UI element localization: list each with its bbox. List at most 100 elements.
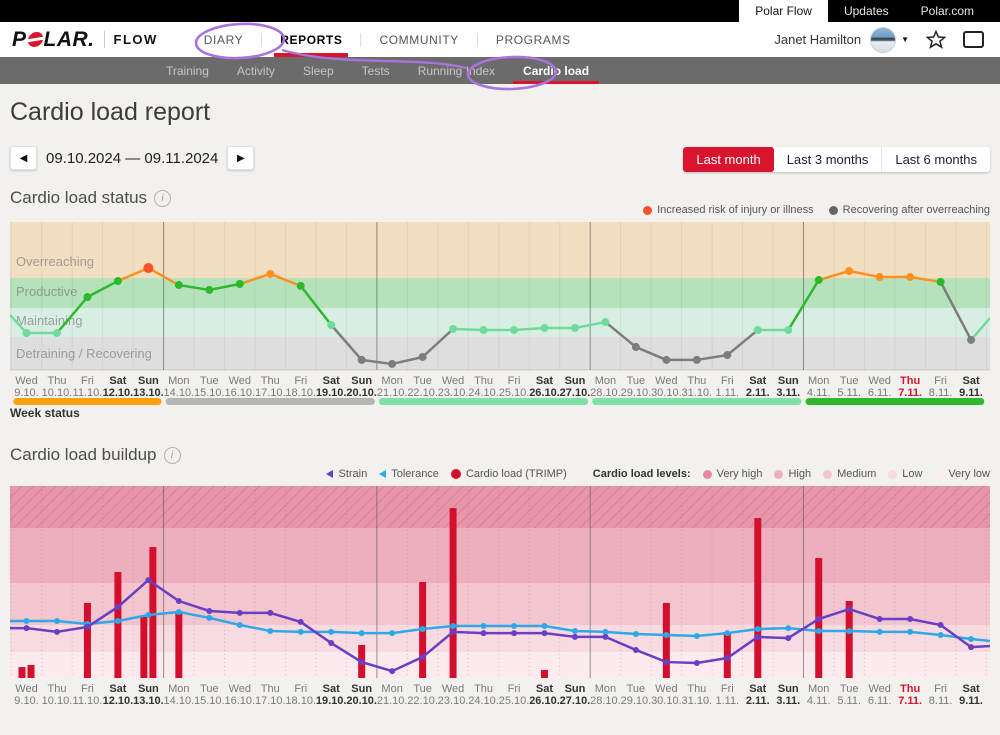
brand: PLAR. FLOW [12, 28, 158, 52]
svg-text:Tue: Tue [840, 375, 859, 387]
legend-label: Strain [338, 468, 367, 480]
legend-dot-icon [829, 206, 838, 215]
subnav-item-sleep[interactable]: Sleep [289, 57, 348, 84]
svg-text:Productive: Productive [16, 284, 77, 299]
svg-text:6.11.: 6.11. [868, 387, 892, 399]
svg-text:Sat: Sat [323, 375, 340, 387]
main-navbar: PLAR. FLOW DIARY REPORTS COMMUNITY PROGRAMS… [0, 22, 1000, 57]
svg-text:1.11.: 1.11. [715, 695, 739, 706]
svg-text:31.10.: 31.10. [682, 695, 713, 706]
menu-separator [477, 33, 478, 47]
svg-text:8.11.: 8.11. [929, 387, 953, 399]
avatar[interactable] [870, 27, 896, 53]
svg-text:10.10.: 10.10. [42, 695, 73, 706]
svg-text:16.10.: 16.10. [224, 387, 255, 399]
svg-text:Mon: Mon [168, 683, 189, 695]
nav-item-reports[interactable]: REPORTS [274, 22, 348, 57]
legend-dot-icon [934, 470, 943, 479]
user-name[interactable]: Janet Hamilton [774, 32, 861, 47]
svg-text:Tue: Tue [627, 375, 646, 387]
svg-text:27.10.: 27.10. [560, 387, 591, 399]
svg-text:31.10.: 31.10. [682, 387, 713, 399]
nav-item-community[interactable]: COMMUNITY [373, 22, 464, 57]
subnav-item-tests[interactable]: Tests [348, 57, 404, 84]
menu-separator [360, 33, 361, 47]
svg-text:1.11.: 1.11. [715, 387, 739, 399]
buildup-heading-text: Cardio load buildup [10, 445, 157, 465]
svg-text:Fri: Fri [508, 683, 521, 695]
svg-text:24.10.: 24.10. [468, 695, 499, 706]
svg-text:Thu: Thu [687, 375, 706, 387]
svg-text:13.10.: 13.10. [133, 695, 164, 706]
topbar-tab-polar-flow[interactable]: Polar Flow [739, 0, 828, 22]
svg-text:Mon: Mon [168, 375, 189, 387]
legend-item-medium: Medium [823, 468, 876, 480]
legend-item-increased-risk-of-injury-or-illness: Increased risk of injury or illness [643, 204, 814, 216]
svg-text:Wed: Wed [868, 375, 890, 387]
svg-text:2.11.: 2.11. [746, 387, 770, 399]
svg-text:Sun: Sun [138, 375, 159, 387]
svg-text:Sat: Sat [963, 375, 980, 387]
legend-label: High [788, 468, 811, 480]
svg-text:Fri: Fri [934, 375, 947, 387]
legend-label: Recovering after overreaching [843, 204, 990, 216]
svg-text:Wed: Wed [442, 375, 464, 387]
svg-text:6.11.: 6.11. [868, 695, 892, 706]
legend-arrow-icon [326, 470, 333, 478]
subnav-item-activity[interactable]: Activity [223, 57, 289, 84]
svg-text:Fri: Fri [294, 375, 307, 387]
feedback-bubble-icon[interactable] [963, 31, 984, 48]
svg-text:Sun: Sun [778, 683, 799, 695]
legend-dot-icon [888, 470, 897, 479]
svg-text:16.10.: 16.10. [224, 695, 255, 706]
nav-item-programs[interactable]: PROGRAMS [490, 22, 577, 57]
svg-text:Detraining / Recovering: Detraining / Recovering [16, 346, 152, 361]
svg-text:Fri: Fri [294, 683, 307, 695]
svg-text:30.10.: 30.10. [651, 695, 682, 706]
info-icon[interactable]: i [164, 447, 181, 464]
polar-logo[interactable]: PLAR. [12, 28, 95, 52]
svg-text:26.10.: 26.10. [529, 695, 560, 706]
topbar-tab-updates[interactable]: Updates [828, 0, 905, 22]
svg-text:Sat: Sat [749, 375, 766, 387]
topbar-tab-polar-com[interactable]: Polar.com [905, 0, 990, 22]
subnav-item-training[interactable]: Training [152, 57, 223, 84]
subnav-item-running-index[interactable]: Running Index [404, 57, 509, 84]
svg-text:28.10.: 28.10. [590, 695, 621, 706]
svg-text:Sat: Sat [109, 683, 126, 695]
range-button-last-3-months[interactable]: Last 3 months [774, 147, 882, 172]
logo-text-post: LAR. [44, 28, 95, 52]
svg-text:Sun: Sun [138, 683, 159, 695]
favorites-star-icon[interactable] [926, 30, 946, 49]
svg-text:20.10.: 20.10. [346, 695, 377, 706]
svg-text:Thu: Thu [687, 683, 706, 695]
next-period-button[interactable]: ▶ [227, 146, 254, 170]
svg-text:Thu: Thu [261, 375, 280, 387]
prev-period-button[interactable]: ◀ [10, 146, 37, 170]
svg-text:3.11.: 3.11. [776, 387, 800, 399]
legend-label: Very low [948, 468, 990, 480]
range-button-last-6-months[interactable]: Last 6 months [881, 147, 990, 172]
svg-text:14.10.: 14.10. [164, 387, 195, 399]
svg-text:Wed: Wed [15, 683, 37, 695]
svg-text:Thu: Thu [474, 683, 493, 695]
svg-text:Sat: Sat [109, 375, 126, 387]
svg-text:Wed: Wed [655, 375, 677, 387]
svg-text:Sat: Sat [536, 375, 553, 387]
svg-text:Sun: Sun [565, 375, 586, 387]
nav-item-diary[interactable]: DIARY [198, 22, 249, 57]
svg-text:Fri: Fri [721, 375, 734, 387]
svg-text:12.10.: 12.10. [103, 387, 134, 399]
legend-label: Low [902, 468, 922, 480]
chevron-down-icon[interactable]: ▼ [901, 35, 909, 44]
range-button-last-month[interactable]: Last month [683, 147, 773, 172]
svg-text:Mon: Mon [595, 683, 616, 695]
svg-text:7.11.: 7.11. [898, 695, 922, 706]
svg-text:Thu: Thu [47, 375, 66, 387]
info-icon[interactable]: i [154, 190, 171, 207]
svg-text:19.10.: 19.10. [316, 695, 347, 706]
legend-item-strain: Strain [326, 468, 367, 480]
svg-text:9.11.: 9.11. [959, 387, 983, 399]
subnav-item-cardio-load[interactable]: Cardio load [509, 57, 603, 84]
main-menu: DIARY REPORTS COMMUNITY PROGRAMS [186, 22, 589, 57]
